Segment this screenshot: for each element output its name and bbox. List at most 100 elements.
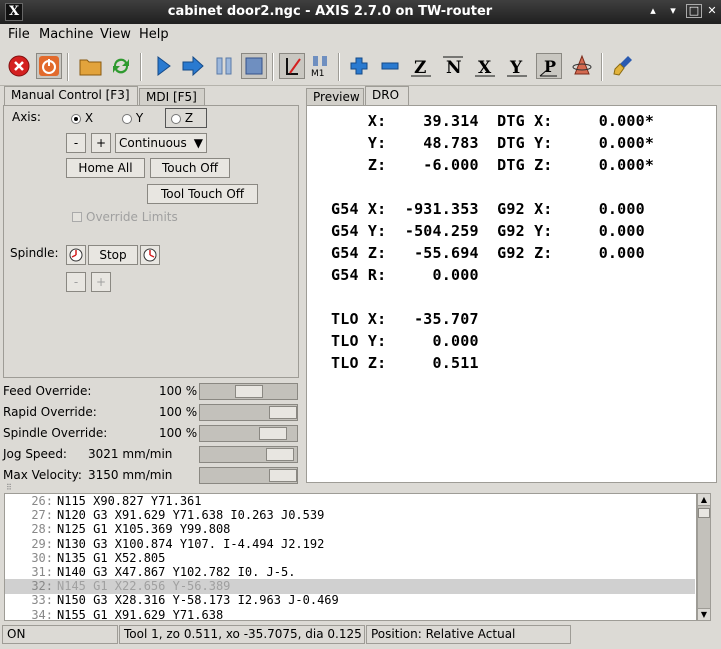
gcode-line-number: 30: bbox=[31, 550, 53, 565]
menu-view[interactable]: View bbox=[100, 27, 131, 42]
spindle-stop-button[interactable]: Stop bbox=[88, 245, 138, 265]
block-delete-button[interactable] bbox=[279, 53, 305, 79]
scroll-down-icon[interactable]: ▼ bbox=[698, 608, 710, 620]
spindle-forward-button[interactable] bbox=[140, 245, 160, 265]
gcode-line-text: N135 G1 X52.805 bbox=[57, 550, 166, 565]
gcode-listing[interactable]: 26: N115 X90.827 Y71.361 27: N120 G3 X91.62… bbox=[4, 493, 697, 623]
restore-icon[interactable]: □ bbox=[686, 4, 702, 18]
manual-control-panel: Axis: X Y Z - + Continuous ▼ Home All Tou… bbox=[3, 105, 299, 378]
pane-grip-icon[interactable]: ⠿ bbox=[6, 484, 14, 492]
zoom-in-button[interactable] bbox=[346, 53, 372, 79]
view-p-icon: P bbox=[539, 57, 557, 77]
jog-plus-button[interactable]: + bbox=[91, 133, 111, 153]
gcode-line[interactable]: 26: N115 X90.827 Y71.361 bbox=[5, 494, 695, 509]
tab-manual-control[interactable]: Manual Control [F3] bbox=[4, 86, 138, 106]
spindle-cw-icon bbox=[143, 248, 157, 262]
view-z2-button[interactable]: N bbox=[440, 53, 466, 79]
axis-x-radio[interactable]: X bbox=[71, 111, 93, 125]
pause-button[interactable] bbox=[211, 53, 237, 79]
menu-bar: File Machine View Help bbox=[0, 24, 721, 46]
clear-brush-icon bbox=[613, 56, 632, 76]
view-z-button[interactable]: Z bbox=[408, 53, 434, 79]
tool-touch-off-button[interactable]: Tool Touch Off bbox=[147, 184, 258, 204]
slider-thumb[interactable] bbox=[235, 385, 263, 398]
feed-override-value: 100 % bbox=[159, 384, 198, 398]
gcode-line[interactable]: 29: N130 G3 X100.874 Y107. I-4.494 J2.192 bbox=[5, 537, 695, 552]
view-p-button[interactable]: P bbox=[536, 53, 562, 79]
maximize-icon[interactable]: ▾ bbox=[666, 4, 680, 18]
close-window-icon[interactable]: ✕ bbox=[705, 4, 719, 18]
gcode-line[interactable]: 33: N150 G3 X28.316 Y-58.173 I2.963 J-0.4… bbox=[5, 593, 695, 608]
max-velocity-row: Max Velocity: 3150 mm/min bbox=[0, 466, 302, 486]
optional-stop-icon: M1 bbox=[311, 56, 327, 78]
slider-thumb[interactable] bbox=[269, 406, 297, 419]
jog-speed-slider[interactable] bbox=[199, 446, 298, 463]
gcode-line[interactable]: 28: N125 G1 X105.369 Y99.808 bbox=[5, 522, 695, 537]
slider-thumb[interactable] bbox=[266, 448, 294, 461]
axis-y-label: Y bbox=[135, 111, 144, 125]
svg-text:X: X bbox=[478, 58, 492, 78]
tab-mdi[interactable]: MDI [F5] bbox=[139, 88, 205, 106]
reload-button[interactable] bbox=[108, 53, 134, 79]
spindle-reverse-button[interactable] bbox=[66, 245, 86, 265]
chevron-down-icon: ▼ bbox=[193, 136, 203, 150]
slider-thumb[interactable] bbox=[269, 469, 297, 482]
view-x-button[interactable]: X bbox=[472, 53, 498, 79]
menu-file[interactable]: File bbox=[8, 27, 30, 42]
svg-text:M1: M1 bbox=[311, 69, 325, 78]
spindle-override-slider[interactable] bbox=[199, 425, 298, 442]
spindle-slower-button[interactable]: - bbox=[66, 272, 86, 292]
max-velocity-slider[interactable] bbox=[199, 467, 298, 484]
dro-line: TLO Z: 0.511 bbox=[331, 354, 479, 372]
clear-backplot-button[interactable] bbox=[611, 53, 637, 79]
folder-icon bbox=[79, 59, 102, 76]
zoom-out-button[interactable] bbox=[377, 53, 403, 79]
max-velocity-value: 3150 mm/min bbox=[88, 468, 173, 482]
menu-machine[interactable]: Machine bbox=[39, 27, 93, 42]
gcode-line[interactable]: 30: N135 G1 X52.805 bbox=[5, 551, 695, 566]
machine-power-button[interactable] bbox=[36, 53, 62, 79]
feed-override-slider[interactable] bbox=[199, 383, 298, 400]
tab-preview[interactable]: Preview bbox=[306, 88, 364, 106]
dro-line: TLO Y: 0.000 bbox=[331, 332, 479, 350]
gcode-scrollbar[interactable]: ▲ ▼ bbox=[697, 493, 711, 621]
scroll-up-icon[interactable]: ▲ bbox=[698, 494, 710, 506]
view-y-button[interactable]: Y bbox=[504, 53, 530, 79]
rotate-view-button[interactable] bbox=[569, 53, 595, 79]
gcode-line-text: N155 G1 X91.629 Y71.638 bbox=[57, 607, 224, 622]
dro-line: Z: -6.000 DTG Z: 0.000* bbox=[331, 156, 655, 174]
svg-text:N: N bbox=[446, 58, 462, 78]
jog-increment-select[interactable]: Continuous ▼ bbox=[115, 133, 207, 153]
home-all-button[interactable]: Home All bbox=[66, 158, 145, 178]
gcode-line[interactable]: 31: N140 G3 X47.867 Y102.782 I0. J-5. bbox=[5, 565, 695, 580]
slider-thumb[interactable] bbox=[259, 427, 287, 440]
estop-button[interactable] bbox=[6, 53, 32, 79]
jog-minus-button[interactable]: - bbox=[66, 133, 86, 153]
optional-stop-button[interactable]: M1 bbox=[307, 53, 333, 79]
axis-y-radio[interactable]: Y bbox=[122, 111, 143, 125]
view-z-icon: Z bbox=[411, 58, 431, 78]
gcode-line[interactable]: 32: N145 G1 X22.656 Y-56.389 bbox=[5, 579, 695, 595]
gcode-line-text: N150 G3 X28.316 Y-58.173 I2.963 J-0.469 bbox=[57, 593, 339, 608]
minimize-icon[interactable]: ▴ bbox=[646, 4, 660, 18]
axis-z-radio[interactable]: Z bbox=[165, 108, 207, 128]
axis-z-label: Z bbox=[184, 111, 194, 125]
tab-dro[interactable]: DRO bbox=[365, 86, 409, 106]
gcode-line[interactable]: 27: N120 G3 X91.629 Y71.638 I0.263 J0.539 bbox=[5, 508, 695, 523]
toolbar: M1 Z N X Y P bbox=[0, 48, 721, 86]
rapid-override-slider[interactable] bbox=[199, 404, 298, 421]
radio-indicator bbox=[71, 113, 81, 124]
run-button[interactable] bbox=[150, 53, 176, 79]
scroll-thumb[interactable] bbox=[698, 508, 710, 518]
stop-button[interactable] bbox=[241, 53, 267, 79]
step-button[interactable] bbox=[180, 53, 206, 79]
open-file-button[interactable] bbox=[78, 53, 104, 79]
spindle-faster-button[interactable]: + bbox=[91, 272, 111, 292]
menu-help[interactable]: Help bbox=[139, 27, 169, 42]
touch-off-button[interactable]: Touch Off bbox=[150, 158, 230, 178]
override-limits-checkbox[interactable] bbox=[72, 212, 82, 222]
dro-line: G54 Z: -55.694 G92 Z: 0.000 bbox=[331, 244, 645, 262]
gcode-line-text: N140 G3 X47.867 Y102.782 I0. J-5. bbox=[57, 565, 296, 579]
radio-indicator bbox=[171, 113, 181, 124]
gcode-line[interactable]: 34: N155 G1 X91.629 Y71.638 bbox=[5, 608, 695, 623]
